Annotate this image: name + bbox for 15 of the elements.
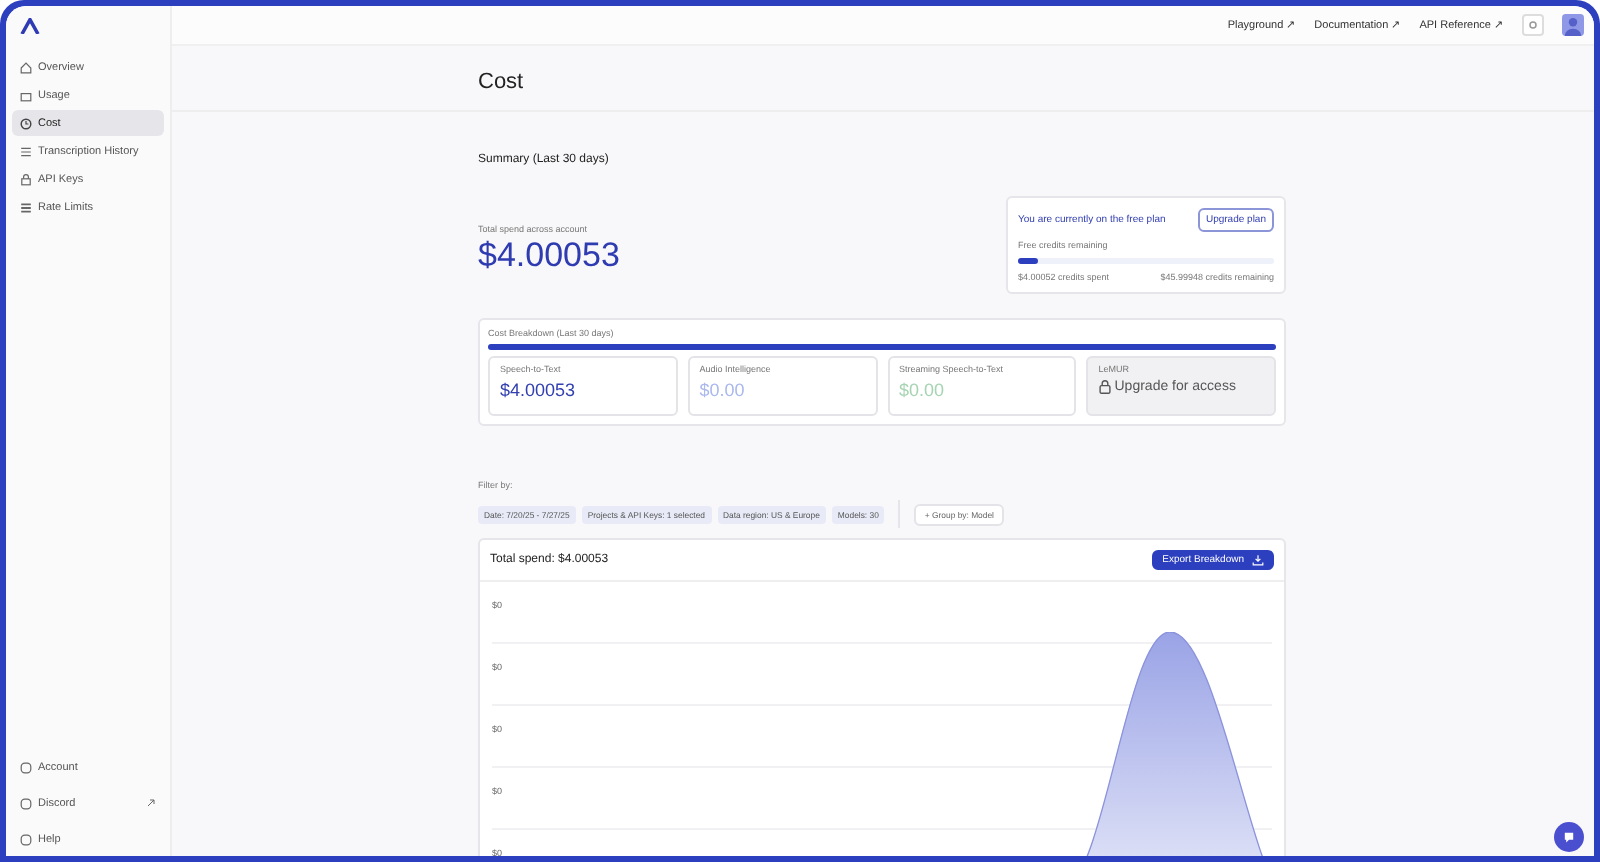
settings-button[interactable] <box>1522 14 1544 36</box>
home-icon <box>20 61 32 73</box>
total-spend-value: $4.00053 <box>478 236 620 276</box>
cost-card-value: $4.00053 <box>500 380 578 400</box>
lock-icon <box>1098 380 1113 394</box>
external-link-icon <box>146 798 156 808</box>
cost-card-value: $0.00 <box>899 380 947 400</box>
list-icon <box>20 145 32 157</box>
cost-card-value: $0.00 <box>699 380 747 400</box>
page-title: Cost <box>478 70 526 94</box>
avatar-icon[interactable] <box>1562 14 1584 36</box>
lock-icon <box>20 173 32 185</box>
logo-icon[interactable] <box>20 18 40 34</box>
download-icon <box>1252 554 1264 566</box>
clock-icon <box>20 117 32 129</box>
